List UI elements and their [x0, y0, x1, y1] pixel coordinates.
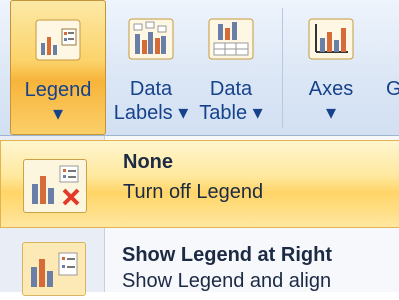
ribbon-separator — [282, 8, 283, 128]
menu-item-description: Show Legend and align — [122, 270, 332, 292]
data-table-label-2: Table ▾ — [199, 102, 263, 124]
data-labels-icon — [128, 18, 174, 60]
data-table-icon — [208, 18, 254, 60]
legend-dropdown-menu: None Turn off Legend Show Legend at Righ… — [0, 135, 399, 296]
data-table-label: Data — [209, 78, 253, 100]
axes-icon — [308, 18, 354, 60]
menu-item-legend-right[interactable]: Show Legend at Right Show Legend and ali… — [0, 232, 399, 296]
legend-none-icon — [23, 159, 87, 213]
gridlines-button[interactable]: G — [376, 0, 399, 135]
axes-label: Axes — [308, 78, 354, 100]
chevron-down-icon: ▾ — [325, 102, 337, 124]
legend-button[interactable]: Legend ▾ — [10, 0, 106, 135]
legend-label: Legend — [24, 79, 92, 101]
menu-item-description: Turn off Legend — [123, 181, 264, 203]
gridlines-label: G — [386, 78, 399, 100]
legend-icon — [35, 19, 81, 61]
ribbon: Legend ▾ Data Labels ▾ Data Table ▾ Axes… — [0, 0, 399, 135]
axes-button[interactable]: Axes ▾ — [294, 0, 368, 135]
chevron-down-icon: ▾ — [52, 103, 64, 125]
legend-right-icon — [22, 242, 86, 296]
menu-item-title: None — [123, 151, 173, 173]
data-labels-button[interactable]: Data Labels ▾ — [112, 0, 190, 135]
menu-item-title: Show Legend at Right — [122, 244, 332, 266]
data-table-button[interactable]: Data Table ▾ — [192, 0, 270, 135]
menu-item-legend-none[interactable]: None Turn off Legend — [0, 140, 399, 228]
data-labels-label-2: Labels ▾ — [113, 102, 189, 124]
data-labels-label: Data — [129, 78, 173, 100]
